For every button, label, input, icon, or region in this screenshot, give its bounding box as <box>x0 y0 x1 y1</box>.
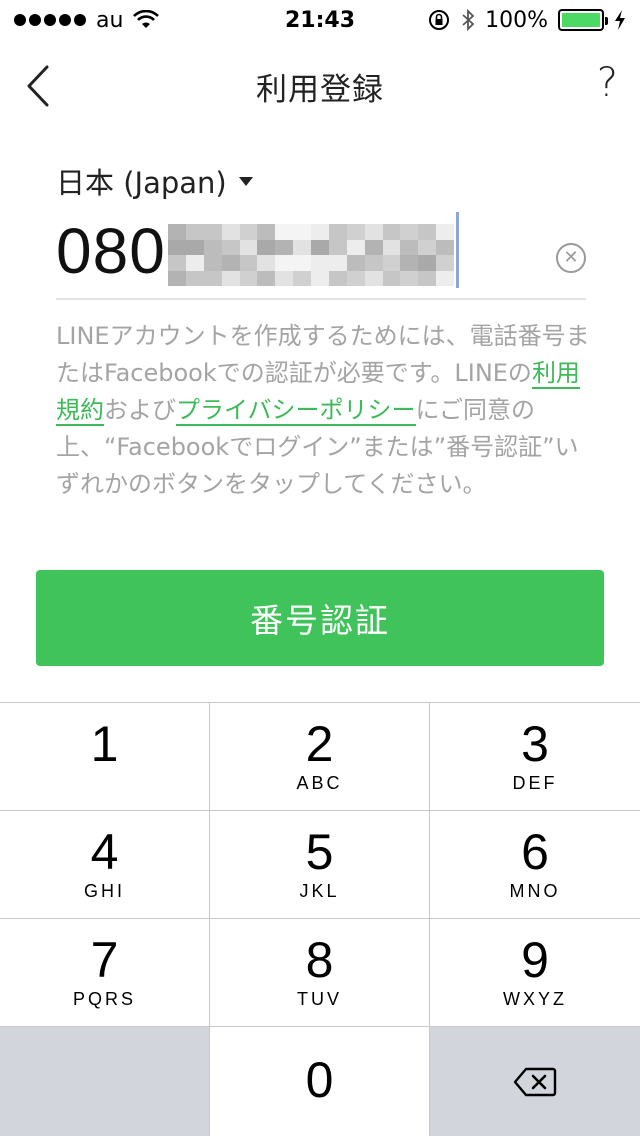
phone-number-value: 080 <box>56 215 166 287</box>
key-digit: 5 <box>305 824 334 880</box>
backspace-key[interactable] <box>430 1027 640 1136</box>
clear-button[interactable]: ✕ <box>556 243 586 273</box>
key-5[interactable]: 5 JKL <box>210 811 430 919</box>
signal-strength-icon <box>14 14 86 26</box>
bluetooth-icon <box>462 8 475 32</box>
key-digit: 1 <box>90 716 119 772</box>
key-letters: DEF <box>512 773 558 793</box>
text-cursor <box>456 212 459 288</box>
rotation-lock-icon <box>429 10 450 30</box>
wifi-icon <box>133 10 160 28</box>
key-letters: MNO <box>509 881 561 901</box>
info-text-part-1: LINEアカウントを作成するためには、電話番号またはFacebookでの認証が必… <box>56 322 590 387</box>
key-digit: 0 <box>305 1052 334 1108</box>
clear-circle-icon: ✕ <box>563 247 579 268</box>
carrier-label: au <box>96 7 124 33</box>
info-text: LINEアカウントを作成するためには、電話番号またはFacebookでの認証が必… <box>56 318 590 503</box>
key-4[interactable]: 4 GHI <box>0 811 210 919</box>
chevron-left-icon <box>27 65 49 107</box>
key-letters: TUV <box>297 989 342 1009</box>
key-digit: 9 <box>521 932 549 988</box>
key-8[interactable]: 8 TUV <box>210 919 430 1027</box>
phone-number-field[interactable]: 080 ✕ <box>56 210 586 300</box>
phone-verify-button[interactable]: 番号認証 <box>36 570 604 666</box>
key-2[interactable]: 2 ABC <box>210 703 430 811</box>
status-bar: au 21:43 100% <box>0 0 640 40</box>
key-letters: ABC <box>296 773 343 793</box>
help-button[interactable]: ? <box>597 60 618 106</box>
key-digit: 7 <box>90 932 119 988</box>
privacy-policy-link[interactable]: プライバシーポリシー <box>176 396 416 426</box>
battery-percent: 100% <box>485 7 548 33</box>
key-1[interactable]: 1 <box>0 703 210 811</box>
key-letters: PQRS <box>72 989 136 1009</box>
key-6[interactable]: 6 MNO <box>430 811 640 919</box>
page-title: 利用登録 <box>256 71 384 108</box>
status-bar-right: 100% <box>427 8 626 33</box>
status-bar-left: au <box>14 7 160 33</box>
country-label: 日本 (Japan) <box>56 166 227 200</box>
backspace-icon <box>513 1067 557 1096</box>
key-digit: 4 <box>90 824 119 880</box>
key-3[interactable]: 3 DEF <box>430 703 640 811</box>
redacted-number-mosaic <box>168 224 454 286</box>
battery-icon <box>558 9 608 31</box>
numeric-keypad: 1 2 ABC 3 DEF 4 GHI 5 JKL 6 MNO 7 PQRS 8 TUV 9W… <box>0 702 640 1136</box>
key-digit: 6 <box>521 824 549 880</box>
key-9[interactable]: 9 WXYZ <box>430 919 640 1027</box>
key-0[interactable]: 0 <box>210 1027 430 1136</box>
charging-bolt-icon <box>615 10 625 30</box>
key-letters: WXYZ <box>503 989 567 1009</box>
key-digit: 8 <box>305 932 334 988</box>
key-letters: JKL <box>299 881 340 901</box>
caret-down-icon <box>238 176 253 186</box>
info-text-part-2: および <box>104 396 176 424</box>
key-digit: 2 <box>305 716 334 772</box>
country-selector[interactable]: 日本 (Japan) <box>56 160 253 202</box>
key-blank <box>0 1027 210 1136</box>
key-letters: GHI <box>83 881 125 901</box>
nav-bar: 利用登録 ? <box>0 48 640 124</box>
key-digit: 3 <box>521 716 549 772</box>
key-7[interactable]: 7 PQRS <box>0 919 210 1027</box>
back-button[interactable] <box>14 62 62 110</box>
